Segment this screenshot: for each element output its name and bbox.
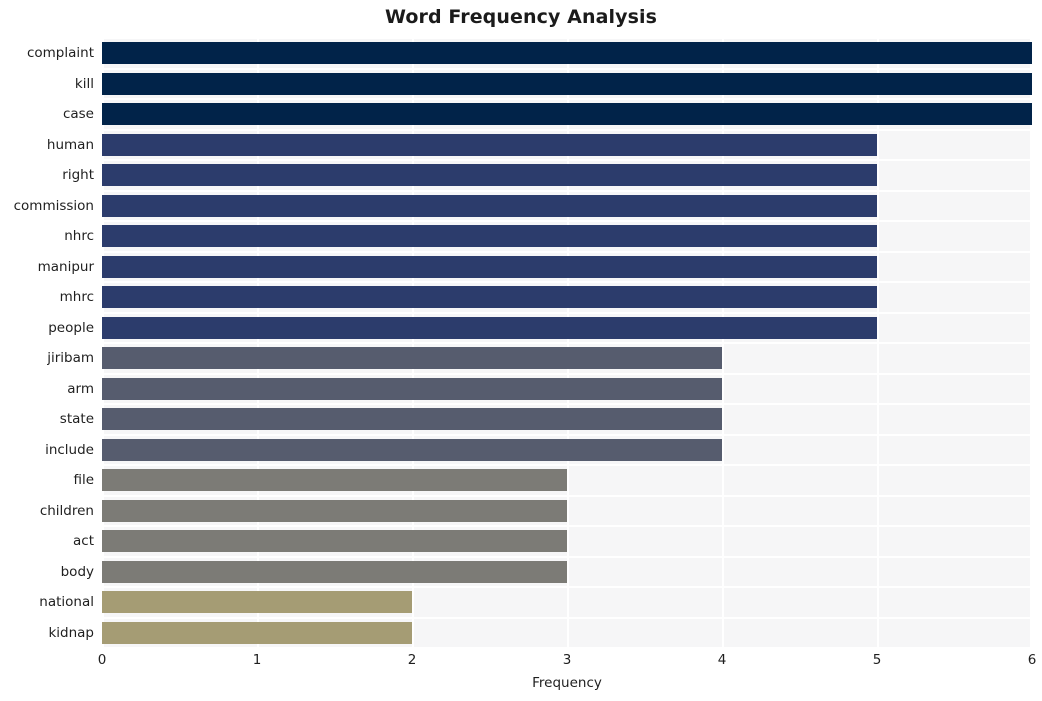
- x-axis-tick-label: 1: [252, 652, 262, 668]
- gridline-horizontal: [102, 98, 1032, 100]
- gridline-horizontal: [102, 312, 1032, 314]
- bar: [102, 408, 722, 431]
- y-axis-tick-label: right: [62, 167, 94, 184]
- bar: [102, 499, 567, 522]
- y-axis-tick-label: commission: [13, 197, 94, 214]
- bar: [102, 103, 1032, 126]
- chart-title: Word Frequency Analysis: [384, 6, 658, 28]
- x-axis-tick-label: 4: [717, 652, 727, 668]
- plot-area: [102, 37, 1032, 649]
- gridline-horizontal: [102, 647, 1032, 649]
- gridline-horizontal: [102, 434, 1032, 436]
- y-axis-tick-label: body: [60, 563, 94, 580]
- gridline-horizontal: [102, 190, 1032, 192]
- y-axis-tick-label: manipur: [37, 258, 94, 275]
- bar: [102, 72, 1032, 95]
- gridline-horizontal: [102, 68, 1032, 70]
- y-axis-tick-label: jiribam: [47, 350, 94, 367]
- gridline-horizontal: [102, 220, 1032, 222]
- gridline-horizontal: [102, 586, 1032, 588]
- bar: [102, 347, 722, 370]
- bar: [102, 560, 567, 583]
- word-frequency-chart: Word Frequency Analysis complaint kill cas…: [0, 0, 1042, 701]
- gridline-horizontal: [102, 159, 1032, 161]
- y-axis-tick-label: act: [73, 533, 94, 550]
- bar: [102, 621, 412, 644]
- gridline-horizontal: [102, 373, 1032, 375]
- gridline-horizontal: [102, 617, 1032, 619]
- gridline-horizontal: [102, 129, 1032, 131]
- y-axis-tick-label: kill: [74, 75, 94, 92]
- gridline-horizontal: [102, 556, 1032, 558]
- y-axis-tick-label: human: [46, 136, 94, 153]
- bar: [102, 133, 877, 156]
- bar: [102, 164, 877, 187]
- x-axis-tick-label: 6: [1027, 652, 1037, 668]
- y-axis-tick-label: mhrc: [59, 289, 94, 306]
- gridline-horizontal: [102, 281, 1032, 283]
- y-axis-tick-label: complaint: [26, 45, 94, 62]
- gridline-horizontal: [102, 464, 1032, 466]
- x-axis-tick-label: 5: [872, 652, 882, 668]
- bar: [102, 377, 722, 400]
- y-axis-tick-label: nhrc: [64, 228, 94, 245]
- y-axis-tick-label: case: [62, 106, 94, 123]
- y-axis-tick-label: include: [45, 441, 94, 458]
- bar: [102, 438, 722, 461]
- gridline-horizontal: [102, 495, 1032, 497]
- bar: [102, 286, 877, 309]
- bar: [102, 194, 877, 217]
- gridline-horizontal: [102, 37, 1032, 39]
- gridline-horizontal: [102, 342, 1032, 344]
- y-axis-tick-label: national: [39, 594, 94, 611]
- bar: [102, 469, 567, 492]
- gridline-horizontal: [102, 403, 1032, 405]
- x-axis-label: Frequency: [532, 675, 602, 691]
- y-axis-tick-label: arm: [67, 380, 94, 397]
- y-axis-tick-label: file: [73, 472, 94, 489]
- bar: [102, 225, 877, 248]
- y-axis-tick-label: children: [39, 502, 94, 519]
- x-axis-tick-label: 0: [97, 652, 107, 668]
- x-axis-tick-label: 2: [407, 652, 417, 668]
- bar: [102, 530, 567, 553]
- y-axis-tick-label: state: [59, 411, 94, 428]
- bar: [102, 591, 412, 614]
- y-axis-tick-label: people: [48, 319, 94, 336]
- gridline-horizontal: [102, 525, 1032, 527]
- x-axis-tick-label: 3: [562, 652, 572, 668]
- bar: [102, 42, 1032, 65]
- bar: [102, 316, 877, 339]
- gridline-horizontal: [102, 251, 1032, 253]
- y-axis-tick-label: kidnap: [48, 624, 94, 641]
- bar: [102, 255, 877, 278]
